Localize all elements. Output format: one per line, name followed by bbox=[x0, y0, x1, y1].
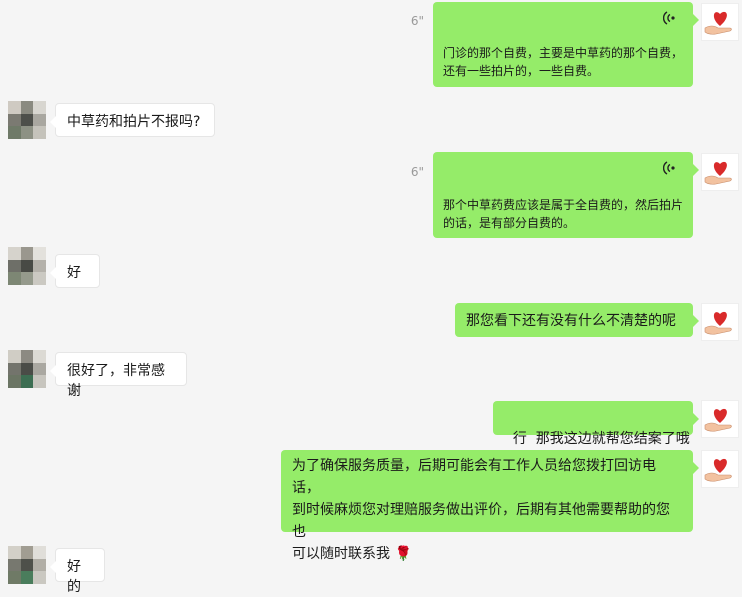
message-line: 为了确保服务质量，后期可能会有工作人员给您拨打回访电话， bbox=[292, 458, 656, 496]
heart-in-hand-avatar-icon bbox=[704, 311, 732, 335]
transcript-line: 的话，是有部分自费的。 bbox=[443, 216, 576, 230]
message-text: 好的 bbox=[67, 559, 81, 595]
contact-avatar[interactable] bbox=[8, 350, 46, 388]
transcript-line: 那个中草药费应该是属于全自费的，然后拍片 bbox=[443, 198, 684, 212]
contact-avatar[interactable] bbox=[8, 101, 46, 139]
heart-in-hand-avatar-icon bbox=[704, 458, 732, 482]
message-text: 那您看下还有没有什么不清楚的呢 bbox=[466, 313, 676, 329]
transcript-line: 门诊的那个自费，主要是中草药的那个自费， bbox=[443, 46, 684, 60]
voice-wave-icon[interactable] bbox=[663, 10, 677, 26]
transcript-line: 还有一些拍片的，一些自费。 bbox=[443, 64, 600, 78]
voice-duration: 6" bbox=[410, 165, 424, 179]
contact-text-bubble[interactable]: 好的 bbox=[50, 548, 105, 595]
message-text: 很好了，非常感谢 bbox=[67, 363, 165, 399]
my-voice-bubble[interactable]: 那个中草药费应该是属于全自费的，然后拍片 的话，是有部分自费的。 bbox=[433, 152, 699, 238]
my-avatar[interactable] bbox=[701, 3, 739, 41]
voice-transcript: 门诊的那个自费，主要是中草药的那个自费， 还有一些拍片的，一些自费。 bbox=[443, 44, 683, 79]
contact-text-bubble[interactable]: 中草药和拍片不报吗? bbox=[50, 103, 215, 137]
my-voice-bubble[interactable]: 门诊的那个自费，主要是中草药的那个自费， 还有一些拍片的，一些自费。 bbox=[433, 2, 699, 87]
my-text-bubble[interactable]: 为了确保服务质量，后期可能会有工作人员给您拨打回访电话， 到时候麻烦您对理赔服务… bbox=[281, 450, 699, 562]
message-text: 好 bbox=[67, 265, 81, 281]
contact-text-bubble[interactable]: 很好了，非常感谢 bbox=[50, 352, 187, 399]
voice-wave-icon[interactable] bbox=[663, 160, 677, 176]
my-avatar[interactable] bbox=[701, 303, 739, 341]
message-line: 可以随时联系我 🌹 bbox=[292, 546, 412, 562]
voice-duration: 6" bbox=[410, 14, 424, 28]
contact-avatar[interactable] bbox=[8, 546, 46, 584]
heart-in-hand-avatar-icon bbox=[704, 161, 732, 185]
my-avatar[interactable] bbox=[701, 400, 739, 438]
my-text-bubble[interactable]: 那您看下还有没有什么不清楚的呢 bbox=[455, 303, 699, 337]
my-avatar[interactable] bbox=[701, 450, 739, 488]
message-line: 到时候麻烦您对理赔服务做出评价，后期有其他需要帮助的您也 bbox=[292, 502, 670, 540]
heart-in-hand-avatar-icon bbox=[704, 408, 732, 432]
my-text-bubble[interactable]: 行 那我这边就帮您结案了哦 bbox=[493, 401, 699, 447]
voice-transcript: 那个中草药费应该是属于全自费的，然后拍片 的话，是有部分自费的。 bbox=[443, 196, 683, 230]
message-text: 行 那我这边就帮您结案了哦 bbox=[512, 431, 690, 447]
message-text: 中草药和拍片不报吗? bbox=[67, 114, 201, 130]
contact-avatar[interactable] bbox=[8, 247, 46, 285]
contact-text-bubble[interactable]: 好 bbox=[50, 254, 100, 288]
my-avatar[interactable] bbox=[701, 153, 739, 191]
heart-in-hand-avatar-icon bbox=[704, 11, 732, 35]
